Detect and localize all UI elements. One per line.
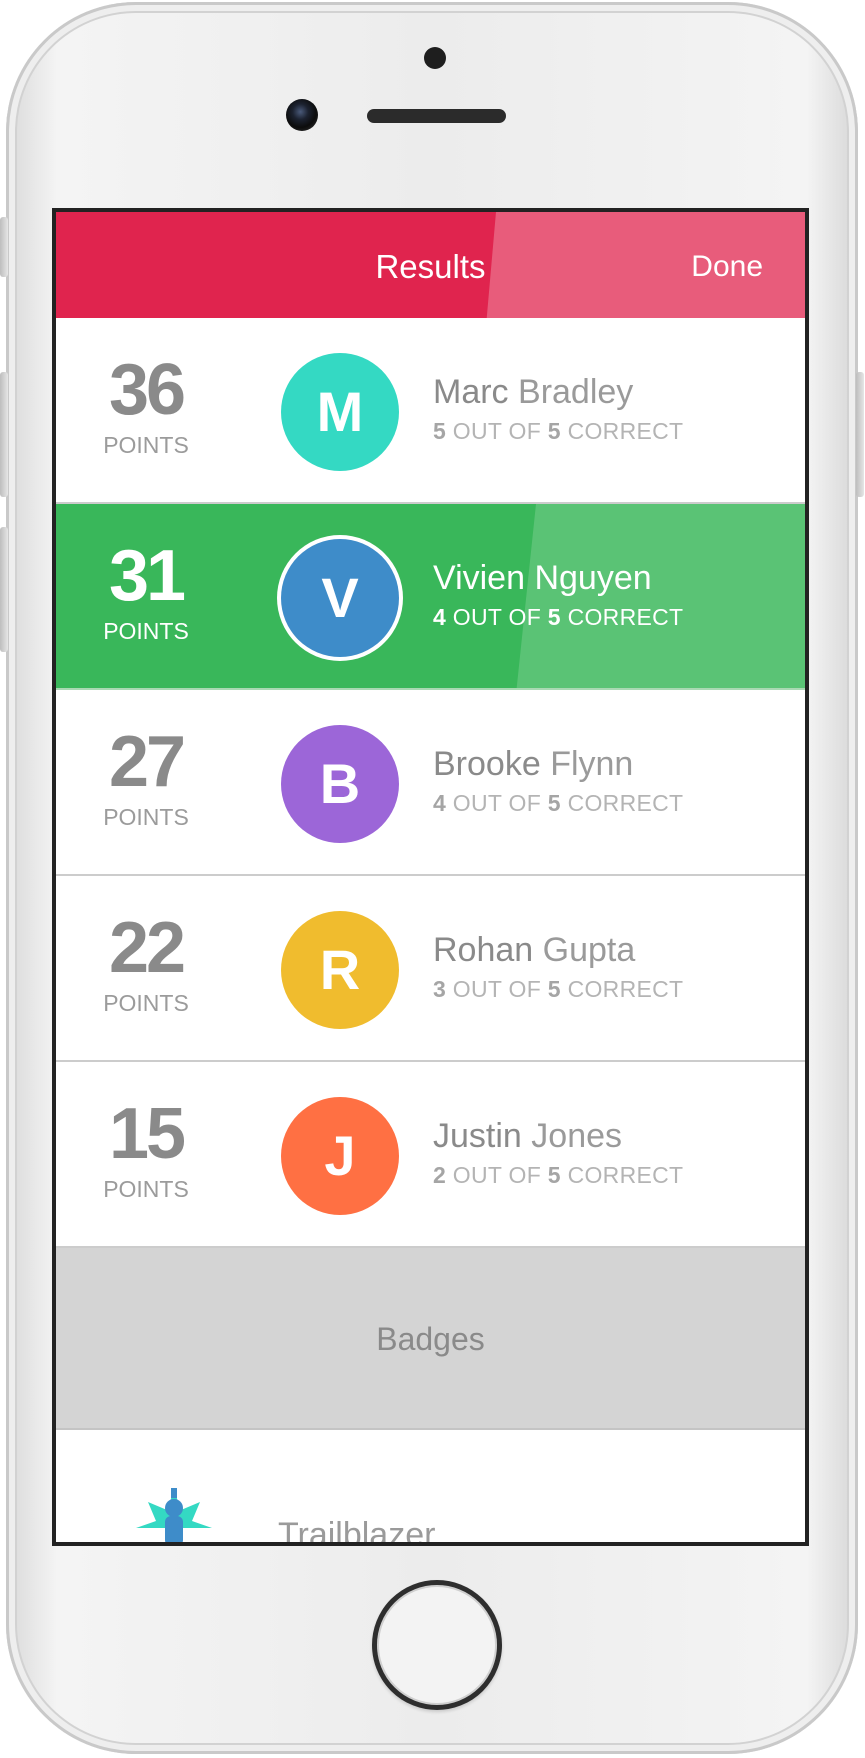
points-block: 15 POINTS <box>86 1098 206 1203</box>
out-of-label: OUT OF <box>452 604 542 630</box>
avatar: J <box>281 1097 399 1215</box>
front-camera <box>286 99 318 131</box>
player-last-name: Nguyen <box>534 559 652 597</box>
correct-count: 4 OUT OF 5 CORRECT <box>433 604 683 631</box>
correct-count: 2 OUT OF 5 CORRECT <box>433 1162 683 1189</box>
correct-value: 5 <box>433 418 447 444</box>
home-button[interactable] <box>372 1580 502 1710</box>
points-label: POINTS <box>103 1176 189 1202</box>
player-info: Brooke Flynn 4 OUT OF 5 CORRECT <box>433 745 683 817</box>
trailblazer-badge-icon <box>136 1488 212 1542</box>
result-row[interactable]: 22 POINTS R Rohan Gupta 3 OUT OF 5 CORRE… <box>56 876 805 1062</box>
player-last-name: Bradley <box>518 373 634 411</box>
points-value: 22 <box>108 908 186 988</box>
points-label: POINTS <box>103 804 189 830</box>
result-row[interactable]: 27 POINTS B Brooke Flynn 4 OUT OF 5 CORR… <box>56 690 805 876</box>
player-first-name: Justin <box>433 1117 522 1155</box>
correct-label: CORRECT <box>567 790 684 816</box>
out-of-label: OUT OF <box>452 976 542 1002</box>
correct-count: 4 OUT OF 5 CORRECT <box>433 790 683 817</box>
power-button <box>856 372 864 497</box>
volume-down-button <box>0 527 8 652</box>
player-first-name: Vivien <box>433 559 525 597</box>
volume-up-button <box>0 372 8 497</box>
correct-value: 2 <box>433 1162 447 1188</box>
out-of-label: OUT OF <box>452 790 542 816</box>
points-block: 22 POINTS <box>86 912 206 1017</box>
total-value: 5 <box>547 1162 561 1188</box>
correct-count: 3 OUT OF 5 CORRECT <box>433 976 683 1003</box>
result-row[interactable]: 31 POINTS V Vivien Nguyen 4 OUT OF 5 COR… <box>56 504 805 690</box>
done-button[interactable]: Done <box>691 250 763 284</box>
player-name: Justin Jones <box>433 1117 683 1156</box>
player-last-name: Jones <box>531 1117 623 1155</box>
correct-value: 4 <box>433 790 447 816</box>
player-last-name: Gupta <box>542 931 636 969</box>
out-of-label: OUT OF <box>452 1162 542 1188</box>
avatar: V <box>281 539 399 657</box>
player-info: Marc Bradley 5 OUT OF 5 CORRECT <box>433 373 683 445</box>
player-first-name: Marc <box>433 373 509 411</box>
correct-label: CORRECT <box>567 418 684 444</box>
player-first-name: Brooke <box>433 745 541 783</box>
correct-value: 4 <box>433 604 447 630</box>
points-block: 31 POINTS <box>86 540 206 645</box>
total-value: 5 <box>547 604 561 630</box>
player-first-name: Rohan <box>433 931 534 969</box>
result-row[interactable]: 15 POINTS J Justin Jones 2 OUT OF 5 CORR… <box>56 1062 805 1248</box>
badge-name: Trailblazer <box>278 1516 436 1546</box>
player-name: Rohan Gupta <box>433 931 683 970</box>
points-value: 36 <box>108 350 186 430</box>
player-info: Vivien Nguyen 4 OUT OF 5 CORRECT <box>433 559 683 631</box>
correct-label: CORRECT <box>567 1162 684 1188</box>
player-last-name: Flynn <box>550 745 634 783</box>
player-name: Brooke Flynn <box>433 745 683 784</box>
badge-item[interactable]: Trailblazer <box>56 1430 805 1546</box>
result-row[interactable]: 36 POINTS M Marc Bradley 5 OUT OF 5 CORR… <box>56 318 805 504</box>
points-block: 27 POINTS <box>86 726 206 831</box>
points-value: 31 <box>108 536 186 616</box>
player-info: Rohan Gupta 3 OUT OF 5 CORRECT <box>433 931 683 1003</box>
nav-bar: Results Done <box>56 212 805 318</box>
correct-label: CORRECT <box>567 976 684 1002</box>
proximity-sensor <box>424 47 446 69</box>
points-label: POINTS <box>103 618 189 644</box>
avatar: M <box>281 353 399 471</box>
app-screen: Results Done 36 POINTS M Marc Bradley 5 … <box>52 208 809 1546</box>
avatar: B <box>281 725 399 843</box>
player-name: Vivien Nguyen <box>433 559 683 598</box>
player-info: Justin Jones 2 OUT OF 5 CORRECT <box>433 1117 683 1189</box>
points-value: 27 <box>108 722 186 802</box>
total-value: 5 <box>547 790 561 816</box>
points-value: 15 <box>108 1094 186 1174</box>
total-value: 5 <box>547 976 561 1002</box>
correct-count: 5 OUT OF 5 CORRECT <box>433 418 683 445</box>
badges-button[interactable]: Badges <box>56 1248 805 1430</box>
out-of-label: OUT OF <box>452 418 542 444</box>
mute-switch <box>0 217 8 277</box>
earpiece-speaker <box>367 109 506 123</box>
player-name: Marc Bradley <box>433 373 683 412</box>
avatar: R <box>281 911 399 1029</box>
points-label: POINTS <box>103 990 189 1016</box>
points-block: 36 POINTS <box>86 354 206 459</box>
results-list: 36 POINTS M Marc Bradley 5 OUT OF 5 CORR… <box>56 318 805 1248</box>
total-value: 5 <box>547 418 561 444</box>
points-label: POINTS <box>103 432 189 458</box>
correct-value: 3 <box>433 976 447 1002</box>
correct-label: CORRECT <box>567 604 684 630</box>
